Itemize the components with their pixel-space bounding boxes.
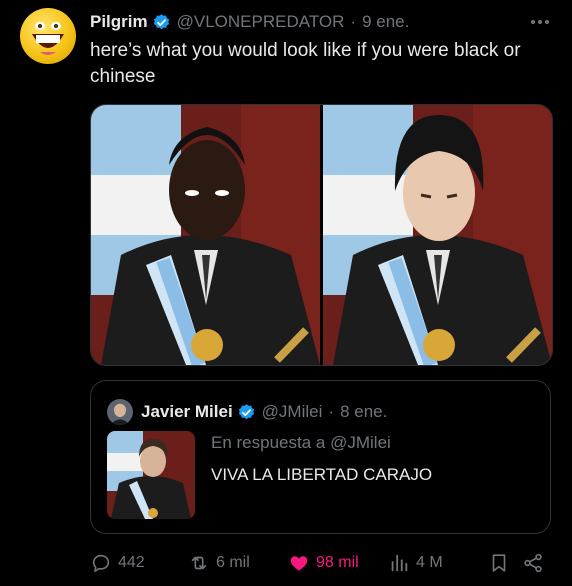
laughing-emoji-icon [32, 22, 64, 55]
portrait-image-right [323, 105, 552, 365]
quoted-author-handle[interactable]: @JMilei [262, 402, 323, 422]
repost-button[interactable]: 6 mil [188, 552, 250, 574]
author-avatar[interactable] [20, 8, 76, 64]
views-icon [391, 554, 408, 572]
media-image-left[interactable] [91, 105, 320, 365]
reply-icon [92, 554, 110, 573]
quoted-tweet-text: VIVA LA LIBERTAD CARAJO [211, 465, 433, 484]
reply-prefix: En respuesta a [211, 433, 326, 452]
tweet-text: here’s what you would look like if you w… [90, 40, 521, 87]
header-separator: · [350, 12, 357, 31]
share-icon [524, 553, 542, 573]
author-name[interactable]: Pilgrim [90, 12, 148, 32]
like-button[interactable]: 98 mil [288, 552, 359, 574]
quoted-media-thumbnail[interactable] [107, 431, 195, 519]
reply-button[interactable]: 442 [90, 552, 145, 574]
repost-icon [191, 556, 207, 570]
views-count: 4 M [416, 554, 443, 571]
bookmark-icon [492, 554, 506, 572]
quoted-tweet[interactable]: Javier Milei @JMilei · 8 ene. En respues… [90, 380, 551, 534]
tweet-actions: 442 6 mil 98 mil 4 M [90, 550, 552, 576]
repost-count: 6 mil [216, 554, 250, 571]
author-handle[interactable]: @VLONEPREDATOR [177, 12, 345, 32]
reply-count: 442 [118, 554, 145, 571]
like-count: 98 mil [316, 554, 359, 571]
quoted-portrait-image [107, 431, 195, 519]
reply-to-handle[interactable]: @JMilei [330, 433, 391, 452]
tweet-date[interactable]: 9 ene. [362, 12, 409, 32]
more-dots-icon[interactable] [528, 14, 552, 30]
media-image-right[interactable] [323, 105, 552, 365]
views-button[interactable]: 4 M [388, 552, 443, 574]
reply-context: En respuesta a @JMilei [211, 433, 391, 453]
quoted-date[interactable]: 8 ene. [340, 402, 387, 422]
heart-icon [290, 556, 308, 571]
avatar-image [107, 399, 133, 425]
verified-badge-icon [238, 403, 254, 419]
quoted-tweet-header: Javier Milei @JMilei · 8 ene. [107, 399, 387, 425]
tweet-media[interactable] [90, 104, 553, 366]
verified-badge-icon [153, 13, 169, 29]
share-button[interactable] [522, 552, 544, 574]
tweet-header: Pilgrim @VLONEPREDATOR · 9 ene. [90, 10, 552, 34]
quoted-author-avatar[interactable] [107, 399, 133, 425]
bookmark-button[interactable] [488, 552, 510, 574]
portrait-image-left [91, 105, 320, 365]
quoted-author-name[interactable]: Javier Milei [141, 402, 233, 422]
quoted-separator: · [328, 402, 335, 421]
